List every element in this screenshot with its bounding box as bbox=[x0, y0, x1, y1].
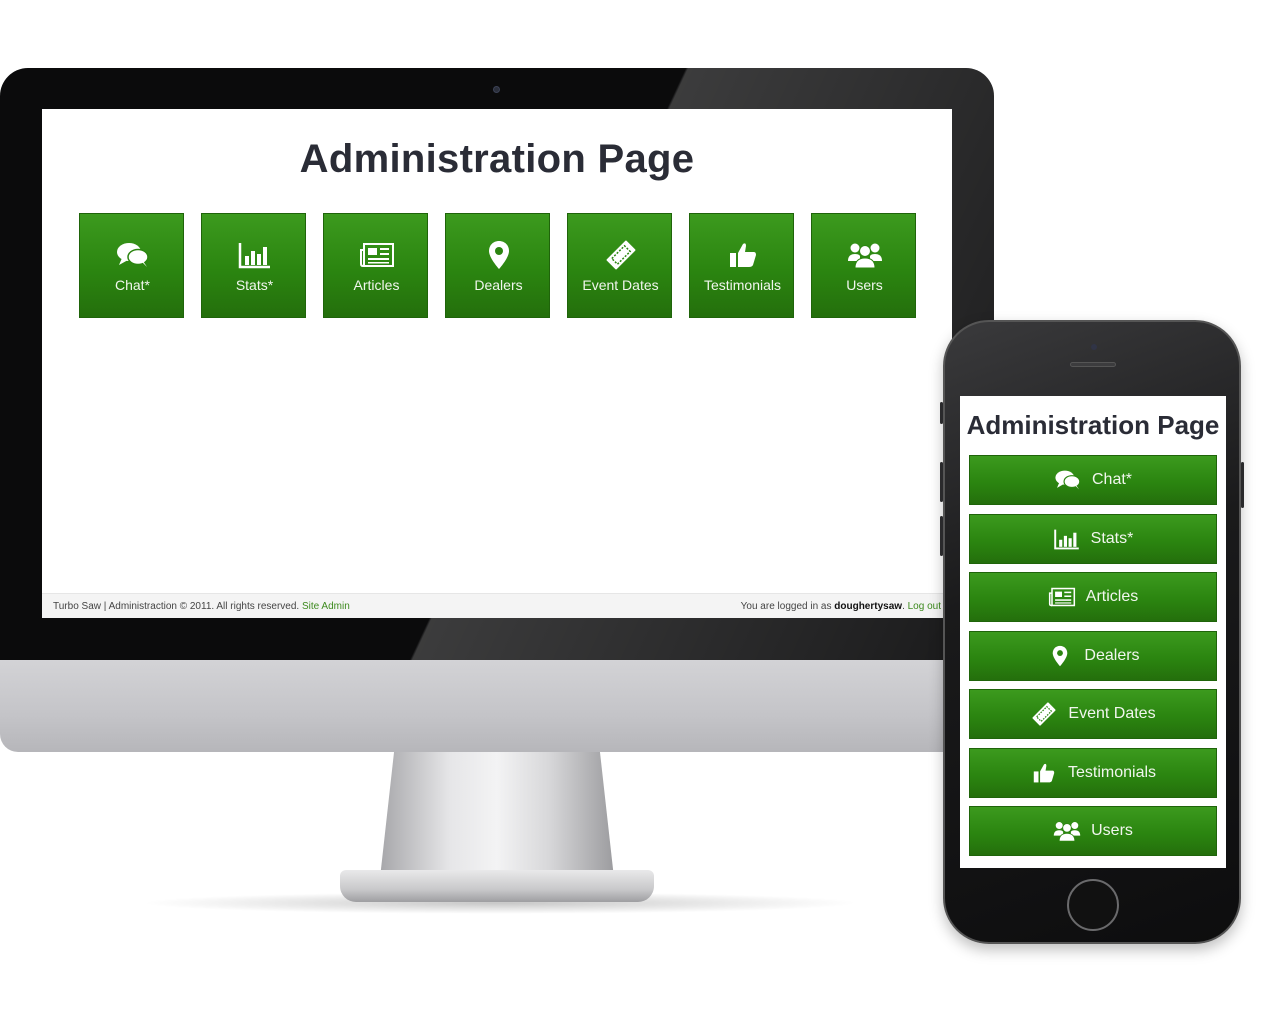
footer-left: Turbo Saw | Administraction © 2011. All … bbox=[53, 601, 350, 612]
tile-label: Dealers bbox=[474, 277, 523, 293]
phone-power-button bbox=[1241, 462, 1244, 508]
map-marker-icon bbox=[1046, 644, 1074, 668]
footer-right: You are logged in as doughertysaw. Log o… bbox=[740, 601, 941, 612]
footer-copyright: Turbo Saw | Administraction © 2011. All … bbox=[53, 601, 300, 612]
tile-event-dates[interactable]: Event Dates bbox=[567, 213, 672, 318]
mobile-button-chat[interactable]: Chat* bbox=[969, 455, 1217, 505]
mobile-button-label: Users bbox=[1091, 822, 1133, 839]
newspaper-icon bbox=[324, 240, 429, 270]
mobile-button-event-dates[interactable]: Event Dates bbox=[969, 689, 1217, 739]
desktop-screen: Administration Page Chat* Stats* Article… bbox=[42, 109, 952, 618]
monitor-stand bbox=[380, 752, 614, 878]
users-icon bbox=[1053, 819, 1081, 843]
phone-earpiece bbox=[1070, 362, 1116, 367]
thumbs-up-icon bbox=[1030, 761, 1058, 785]
mobile-screen: Administration Page Chat* Stats* Article… bbox=[960, 396, 1226, 868]
phone-volume-up bbox=[940, 462, 943, 502]
bar-chart-icon bbox=[1053, 527, 1081, 551]
chat-icon bbox=[1054, 468, 1082, 492]
tile-label: Articles bbox=[353, 277, 400, 293]
tile-stats[interactable]: Stats* bbox=[201, 213, 306, 318]
ticket-icon bbox=[1030, 702, 1058, 726]
map-marker-icon bbox=[446, 240, 551, 270]
tile-chat[interactable]: Chat* bbox=[79, 213, 184, 318]
mobile-button-articles[interactable]: Articles bbox=[969, 572, 1217, 622]
mobile-button-stats[interactable]: Stats* bbox=[969, 514, 1217, 564]
mobile-button-dealers[interactable]: Dealers bbox=[969, 631, 1217, 681]
monitor-chin bbox=[0, 660, 994, 752]
monitor-stand-base bbox=[340, 870, 654, 902]
mobile-button-label: Event Dates bbox=[1068, 705, 1156, 722]
tile-label: Chat* bbox=[114, 277, 151, 293]
mobile-phone: Administration Page Chat* Stats* Article… bbox=[940, 320, 1244, 944]
tile-label: Stats* bbox=[235, 277, 274, 293]
tile-dealers[interactable]: Dealers bbox=[445, 213, 550, 318]
tile-label: Users bbox=[846, 277, 883, 293]
phone-home-button bbox=[1067, 879, 1119, 931]
admin-tiles: Chat* Stats* Articles Dealers Event Date… bbox=[79, 213, 919, 319]
monitor-camera bbox=[493, 86, 500, 93]
mobile-page-title: Administration Page bbox=[966, 410, 1220, 440]
mobile-button-label: Stats* bbox=[1090, 530, 1134, 547]
tile-label: Event Dates bbox=[582, 277, 659, 293]
phone-volume-down bbox=[940, 516, 943, 556]
mobile-button-label: Articles bbox=[1085, 588, 1139, 605]
tile-testimonials[interactable]: Testimonials bbox=[689, 213, 794, 318]
tile-label: Testimonials bbox=[703, 277, 782, 293]
ticket-icon bbox=[568, 240, 673, 270]
phone-camera bbox=[1091, 344, 1097, 350]
logged-in-prefix: You are logged in as bbox=[740, 601, 832, 612]
newspaper-icon bbox=[1048, 585, 1076, 609]
phone-mute-switch bbox=[940, 402, 943, 424]
logged-in-username: doughertysaw bbox=[834, 601, 903, 612]
mobile-button-users[interactable]: Users bbox=[969, 806, 1217, 856]
site-admin-link[interactable]: Site Admin bbox=[302, 601, 350, 612]
thumbs-up-icon bbox=[690, 240, 795, 270]
mobile-button-label: Chat* bbox=[1091, 471, 1133, 488]
mobile-button-testimonials[interactable]: Testimonials bbox=[969, 748, 1217, 798]
tile-users[interactable]: Users bbox=[811, 213, 916, 318]
tile-articles[interactable]: Articles bbox=[323, 213, 428, 318]
chat-icon bbox=[80, 240, 185, 270]
page-footer: Turbo Saw | Administraction © 2011. All … bbox=[42, 593, 952, 618]
users-icon bbox=[812, 240, 917, 270]
logout-link[interactable]: Log out bbox=[908, 601, 941, 612]
mobile-button-label: Testimonials bbox=[1067, 764, 1157, 781]
mobile-button-label: Dealers bbox=[1084, 647, 1140, 664]
page-title: Administration Page bbox=[299, 137, 695, 181]
bar-chart-icon bbox=[202, 240, 307, 270]
